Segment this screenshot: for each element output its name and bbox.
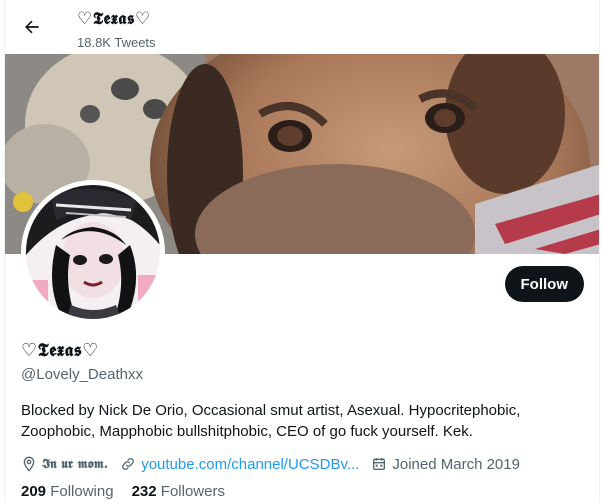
- top-bar: ♡𝕿𝖊𝖝𝖆𝖘♡ 18.8K Tweets: [5, 0, 599, 54]
- website-link[interactable]: youtube.com/channel/UCSDBv...: [141, 456, 359, 473]
- location-item: 𝕴𝖓 𝖚𝖗 𝖒𝖔𝖒.: [21, 456, 108, 472]
- joined-text: Joined March 2019: [392, 455, 520, 473]
- location-text: 𝕴𝖓 𝖚𝖗 𝖒𝖔𝖒.: [42, 456, 109, 472]
- profile-meta: 𝕴𝖓 𝖚𝖗 𝖒𝖔𝖒. youtube.com/channel/UCSDBv...…: [21, 454, 532, 474]
- link-icon: [122, 458, 135, 470]
- header-profile-name: ♡𝕿𝖊𝖝𝖆𝖘♡: [77, 9, 151, 29]
- followers-label: Followers: [160, 483, 225, 500]
- profile-stats: 209 Following 232 Followers: [21, 483, 243, 500]
- profile-bio: Blocked by Nick De Orio, Occasional smut…: [21, 402, 521, 440]
- avatar[interactable]: [21, 180, 165, 324]
- profile-display-name: ♡𝕿𝖊𝖝𝖆𝖘♡: [21, 340, 99, 361]
- following-count: 209: [21, 483, 47, 500]
- arrow-left-icon: [25, 20, 39, 34]
- followers-link[interactable]: 232 Followers: [132, 483, 225, 500]
- profile-handle: @Lovely_Deathxx: [21, 366, 143, 383]
- tweet-count: 18.8K Tweets: [77, 35, 156, 50]
- profile-page: ♡𝕿𝖊𝖝𝖆𝖘♡ 18.8K Tweets Follow ♡𝕿𝖊𝖝𝖆𝖘♡ @Lov…: [4, 0, 600, 502]
- following-label: Following: [50, 483, 114, 500]
- location-pin-icon: [23, 456, 35, 472]
- joined-item: Joined March 2019: [371, 456, 520, 473]
- website-item[interactable]: youtube.com/channel/UCSDBv...: [120, 456, 359, 473]
- back-button[interactable]: [15, 10, 49, 44]
- avatar-image: [26, 185, 160, 319]
- follow-button[interactable]: Follow: [504, 266, 584, 302]
- followers-count: 232: [131, 483, 157, 500]
- calendar-icon: [373, 458, 386, 470]
- following-link[interactable]: 209 Following: [21, 483, 114, 500]
